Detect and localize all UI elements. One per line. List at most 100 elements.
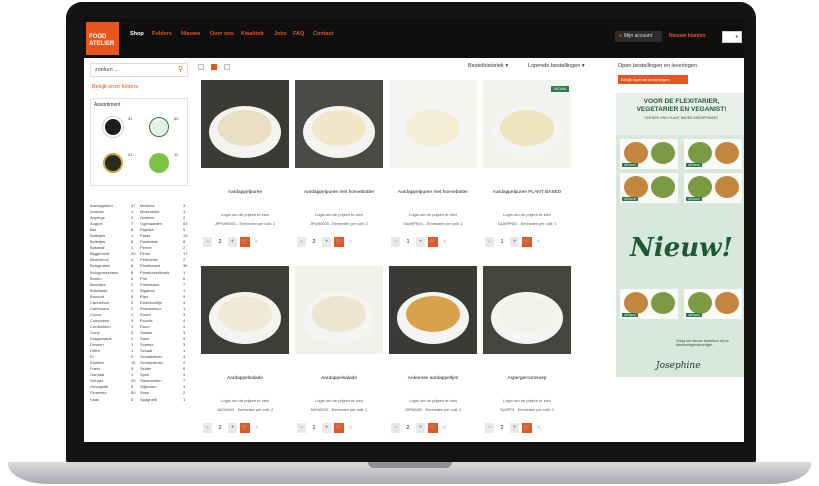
filter-count: 1 <box>183 396 186 402</box>
quantity-value[interactable]: 1 <box>402 237 414 247</box>
increase-button[interactable]: + <box>416 423 425 433</box>
increase-button[interactable]: + <box>510 237 519 247</box>
running-orders-dropdown[interactable]: Lopende bestellingen ▾ <box>528 63 585 69</box>
search-input[interactable]: zoeken ... ⚲ <box>90 63 188 77</box>
close-icon[interactable]: × <box>537 423 543 433</box>
decrease-button[interactable]: − <box>485 423 494 433</box>
nav-link-kwaliteit[interactable]: Kwaliteit <box>241 31 264 37</box>
search-icon[interactable]: ⚲ <box>178 64 183 76</box>
grid-view-icon[interactable] <box>211 64 217 70</box>
filter-option[interactable]: Kaas <box>90 397 99 403</box>
close-icon[interactable]: × <box>537 237 543 247</box>
food-shape <box>500 110 554 146</box>
food-shape <box>406 296 460 332</box>
close-icon[interactable]: × <box>443 423 449 433</box>
cart-icon[interactable]: 🛒 <box>240 237 250 247</box>
increase-button[interactable]: + <box>228 237 237 247</box>
product-image[interactable] <box>201 80 289 168</box>
view-running-orders-button[interactable]: Bekijk lopende bestellingen <box>618 75 688 84</box>
nav-link-shop[interactable]: Shop <box>130 31 144 37</box>
quantity-value[interactable]: 2 <box>496 423 508 433</box>
food-atelier-logo[interactable]: FOOD ATELIER <box>86 22 119 55</box>
plate-shape <box>624 292 648 314</box>
decrease-button[interactable]: − <box>297 237 306 247</box>
increase-button[interactable]: + <box>322 423 331 433</box>
login-for-prices-text: Login om de prijzen te zien <box>503 398 551 403</box>
increase-button[interactable]: + <box>322 237 331 247</box>
product-image[interactable] <box>483 266 571 354</box>
close-icon[interactable]: × <box>349 237 355 247</box>
brand-plantbased-logo[interactable] <box>149 153 169 173</box>
decrease-button[interactable]: − <box>297 423 306 433</box>
promo-banner[interactable]: VOOR DE FLEXITARIER, VEGETARIER EN VEGAN… <box>616 93 744 377</box>
plate-shape <box>651 292 675 314</box>
vegan-badge: VEGAN <box>550 86 569 92</box>
language-select[interactable]: ▾ <box>722 31 742 43</box>
order-history-dropdown[interactable]: Bestelhistoriek ▾ <box>468 63 508 69</box>
brand-gold-logo[interactable] <box>103 153 123 173</box>
cart-icon[interactable]: 🛒 <box>240 423 250 433</box>
folders-link[interactable]: Bekijk onze folders <box>92 84 138 90</box>
cart-icon[interactable]: 🛒 <box>334 423 344 433</box>
nav-link-jobs[interactable]: Jobs <box>274 31 287 37</box>
product-image[interactable] <box>295 80 383 168</box>
cart-icon[interactable]: 🛒 <box>522 423 532 433</box>
product-name[interactable]: Ardeense aardappeltjes <box>389 376 477 381</box>
increase-button[interactable]: + <box>416 237 425 247</box>
nav-link-contact[interactable]: Contact <box>313 31 333 37</box>
nav-link-faq[interactable]: FAQ <box>293 31 304 37</box>
nav-link-nieuws[interactable]: Nieuws <box>181 31 200 37</box>
product-image[interactable] <box>295 266 383 354</box>
product-name[interactable]: Aardappelpuree met hoevebotter <box>295 190 383 195</box>
cart-icon[interactable]: 🛒 <box>428 237 438 247</box>
nav-link-folders[interactable]: Folders <box>152 31 172 37</box>
cart-icon[interactable]: 🛒 <box>334 237 344 247</box>
product-image[interactable] <box>389 266 477 354</box>
close-icon[interactable]: × <box>255 423 261 433</box>
promo-headline: VOOR DE FLEXITARIER, VEGETARIER EN VEGAN… <box>616 93 744 135</box>
product-image[interactable] <box>201 266 289 354</box>
quantity-value[interactable]: 2 <box>402 423 414 433</box>
product-name[interactable]: Aardappelpuree <box>201 190 289 195</box>
decrease-button[interactable]: − <box>485 237 494 247</box>
decrease-button[interactable]: − <box>203 423 212 433</box>
increase-button[interactable]: + <box>228 423 237 433</box>
login-for-prices-text: Login om de prijzen te zien <box>315 212 363 217</box>
decrease-button[interactable]: − <box>391 423 400 433</box>
quantity-value[interactable]: 2 <box>308 237 320 247</box>
product-name[interactable]: Aardappelsalade <box>201 376 289 381</box>
new-customers-link[interactable]: Nieuwe klanten <box>669 33 705 39</box>
increase-button[interactable]: + <box>510 423 519 433</box>
quantity-value[interactable]: 1 <box>496 237 508 247</box>
product-image[interactable]: VEGAN <box>483 80 571 168</box>
close-icon[interactable]: × <box>443 237 449 247</box>
close-icon[interactable]: × <box>349 423 355 433</box>
compact-view-icon[interactable] <box>224 64 230 70</box>
my-account-button[interactable]: ● Mijn account <box>615 31 662 42</box>
chevron-down-icon: ▾ <box>505 63 509 69</box>
decrease-button[interactable]: − <box>391 237 400 247</box>
close-icon[interactable]: × <box>255 237 261 247</box>
login-for-prices-text: Login om de prijzen te zien <box>503 212 551 217</box>
nav-link-over-ons[interactable]: Over ons <box>210 31 234 37</box>
list-view-icon[interactable] <box>198 64 204 70</box>
chevron-down-icon: ▾ <box>581 63 585 69</box>
cart-icon[interactable]: 🛒 <box>522 237 532 247</box>
brand-josephine-logo[interactable] <box>103 117 123 137</box>
brand-green-logo[interactable] <box>149 117 169 137</box>
quantity-stepper: −1 + 🛒 × <box>297 423 373 433</box>
quantity-value[interactable]: 2 <box>214 237 226 247</box>
promo-subheadline: ONTDEK ONS PLANT BASED ASSORTIMENT <box>644 116 719 120</box>
decrease-button[interactable]: − <box>203 237 212 247</box>
quantity-value[interactable]: 2 <box>214 423 226 433</box>
product-name[interactable]: Aardappelpuree met hoevebotter <box>389 190 477 195</box>
product-name[interactable]: Aardappelsalade <box>295 376 383 381</box>
chevron-down-icon: ▾ <box>735 34 738 40</box>
product-image[interactable] <box>389 80 477 168</box>
cart-icon[interactable]: 🛒 <box>428 423 438 433</box>
filter-option[interactable]: Spaghetti <box>140 397 157 403</box>
product-name[interactable]: Aspergeroomsoep <box>483 376 571 381</box>
product-name[interactable]: Aardappelpuree PLANT BASED <box>483 190 571 195</box>
laptop-stage: FOOD ATELIER Shop Folders Nieuws Over on… <box>0 0 819 486</box>
quantity-value[interactable]: 1 <box>308 423 320 433</box>
